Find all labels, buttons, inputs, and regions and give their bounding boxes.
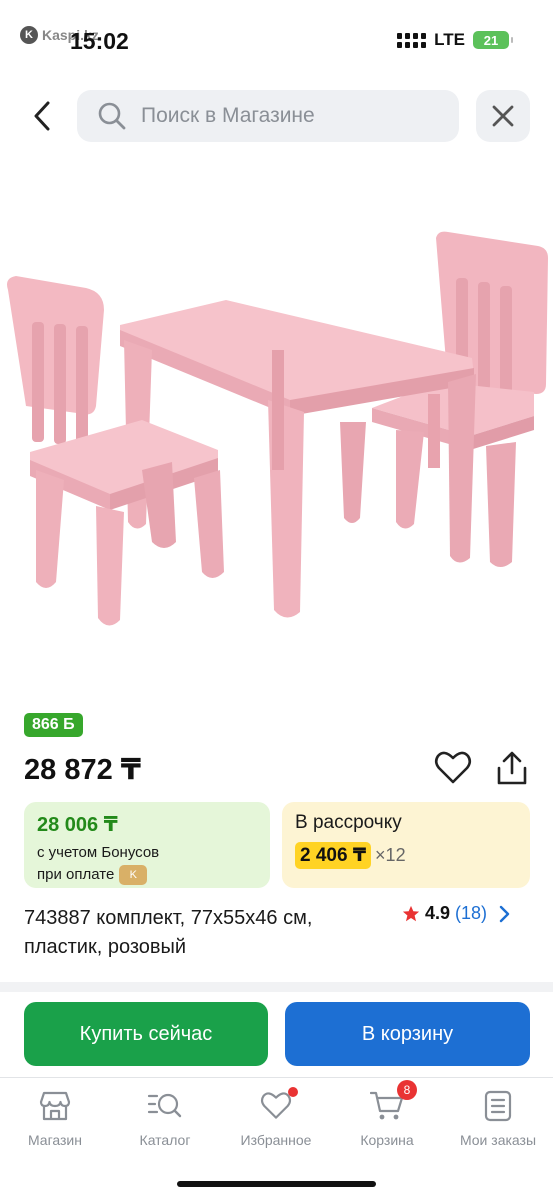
status-bar: K Kaspi.kz 15:02 LTE 21 <box>0 0 553 80</box>
kaspi-logo-icon: K <box>20 26 38 44</box>
kaspi-coin-icon: K <box>119 865 148 886</box>
table-and-chairs-picture <box>7 231 548 626</box>
nav-label-store: Магазин <box>27 1132 82 1148</box>
catalog-search-icon <box>147 1093 182 1118</box>
store-icon <box>39 1091 71 1121</box>
reviews-count: (18) <box>455 903 488 923</box>
favorite-button[interactable] <box>434 750 472 786</box>
search-placeholder: Поиск в Магазине <box>141 104 315 127</box>
product-image[interactable] <box>0 160 553 690</box>
star-icon <box>402 905 420 921</box>
battery-icon: 21 <box>473 31 513 49</box>
chevron-right-icon <box>499 905 510 922</box>
status-indicators: LTE 21 <box>397 30 513 50</box>
bonus-badge: 866 Б <box>24 713 83 737</box>
nav-label-orders: Мои заказы <box>459 1132 537 1148</box>
close-icon <box>492 105 514 127</box>
bonus-note-line1: с учетом Бонусов <box>37 844 160 861</box>
bonus-note: с учетом Бонусов при оплате K <box>37 842 257 886</box>
share-button[interactable] <box>494 751 530 787</box>
heart-icon <box>434 751 472 784</box>
status-time: 15:02 <box>70 28 129 54</box>
orders-icon <box>484 1090 512 1122</box>
nav-label-catalog: Каталог <box>139 1132 191 1148</box>
home-indicator <box>177 1181 376 1187</box>
buy-now-button[interactable]: Купить сейчас <box>24 1002 268 1066</box>
bonus-price-card[interactable]: 28 006 ₸ с учетом Бонусов при оплате K <box>24 802 270 888</box>
nav-item-catalog[interactable]: Каталог <box>110 1088 220 1148</box>
product-title: 743887 комплект, 77х55х46 см, пластик, р… <box>24 907 313 958</box>
bonus-note-line2: при оплате <box>37 866 115 883</box>
nav-item-orders[interactable]: Мои заказы <box>443 1088 553 1148</box>
cart-count-badge: 8 <box>397 1080 417 1100</box>
search-input[interactable]: Поиск в Магазине <box>77 90 459 142</box>
installment-card[interactable]: В рассрочку 2 406 ₸ ×12 <box>282 802 530 888</box>
installment-monthly: 2 406 ₸ <box>295 842 372 869</box>
section-divider <box>0 982 553 992</box>
favorites-dot-badge <box>288 1087 298 1097</box>
share-icon <box>497 751 527 785</box>
installment-months: ×12 <box>375 845 406 865</box>
nav-item-favorites[interactable]: Избранное <box>221 1087 331 1148</box>
add-to-cart-button[interactable]: В корзину <box>285 1002 530 1066</box>
nav-item-cart[interactable]: 8 Корзина <box>332 1080 442 1148</box>
network-type: LTE <box>434 30 465 49</box>
rating-link[interactable]: 4.9 (18) <box>402 903 510 924</box>
installment-label: В рассрочку <box>295 812 402 833</box>
nav-label-cart: Корзина <box>360 1132 414 1148</box>
signal-icon <box>397 32 427 48</box>
nav-item-store[interactable]: Магазин <box>0 1088 110 1148</box>
heart-icon <box>260 1092 292 1119</box>
search-header: Поиск в Магазине <box>0 88 553 144</box>
installment-row: 2 406 ₸ ×12 <box>295 842 517 869</box>
bonus-price: 28 006 ₸ <box>37 814 118 836</box>
close-search-button[interactable] <box>476 90 530 142</box>
chevron-left-icon <box>34 101 50 131</box>
product-price: 28 872 ₸ <box>24 754 141 786</box>
nav-label-favorites: Избранное <box>240 1132 312 1148</box>
rating-score: 4.9 <box>425 903 451 923</box>
battery-level: 21 <box>483 32 499 48</box>
back-button[interactable] <box>24 96 60 136</box>
search-icon <box>98 102 126 130</box>
